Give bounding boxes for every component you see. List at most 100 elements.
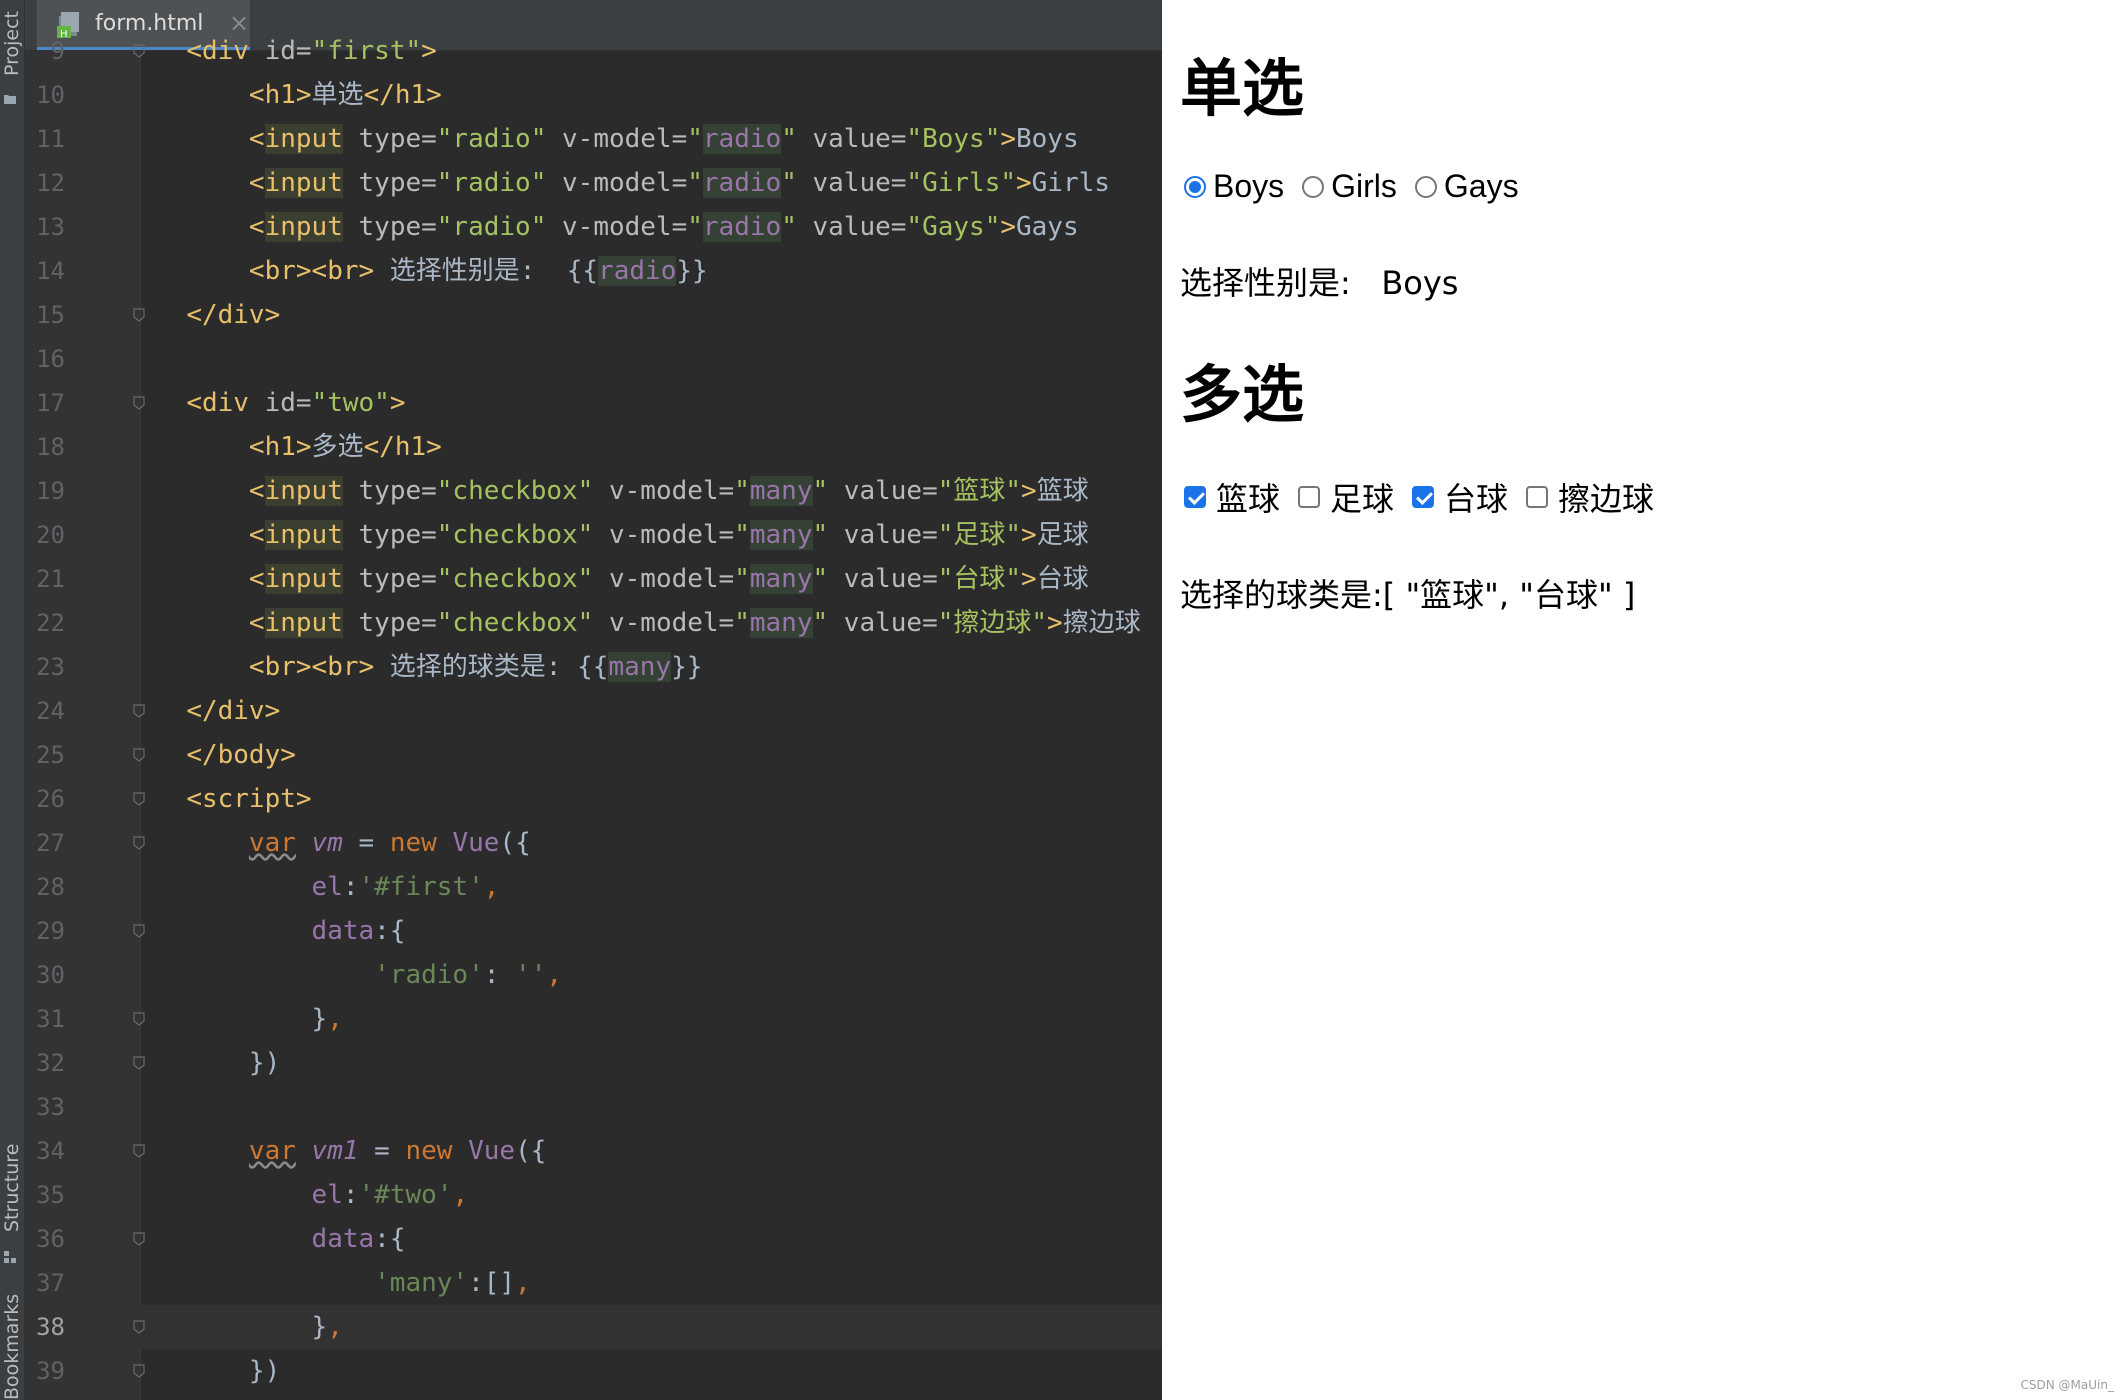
code-line[interactable]: 17 <div id="two"> [25, 381, 1162, 425]
radio-control[interactable] [1184, 175, 1206, 198]
radio-heading: 单选 [1180, 52, 1305, 125]
check-control[interactable] [1184, 486, 1206, 508]
line-number: 35 [36, 1181, 65, 1209]
code-line[interactable]: 21 <input type="checkbox" v-model="many"… [25, 557, 1162, 601]
code-token: v-model= [593, 476, 735, 506]
code-line[interactable]: 9 <div id="first"> [25, 29, 1162, 73]
radio-option[interactable]: Girls [1302, 168, 1397, 205]
code-token: new [405, 1136, 469, 1166]
check-option[interactable]: 台球 [1412, 474, 1508, 520]
code-token: value= [828, 476, 938, 506]
code-line[interactable]: 23 <br><br> 选择的球类是: {{many}} [25, 645, 1162, 689]
fold-marker-icon[interactable] [133, 1144, 145, 1158]
code-line[interactable]: 30 'radio': '', [25, 953, 1162, 997]
code-token: < [248, 608, 265, 638]
bookmarks-tool-tab[interactable]: Bookmarks [0, 1294, 24, 1400]
code-text: <div id="two"> [155, 381, 405, 425]
code-line[interactable]: 28 el:'#first', [25, 865, 1162, 909]
code-text: </div> [155, 293, 280, 337]
code-token: vm [311, 828, 343, 858]
check-control[interactable] [1526, 486, 1549, 508]
code-line[interactable]: 20 <input type="checkbox" v-model="many"… [25, 513, 1162, 557]
code-line[interactable]: 27 var vm = new Vue({ [25, 821, 1162, 865]
check-option[interactable]: 擦边球 [1526, 474, 1654, 520]
code-line[interactable]: 14 <br><br> 选择性别是: {{radio}} [25, 249, 1162, 293]
code-token: "radio" [436, 124, 547, 154]
ide-window: Project Structure Bookmarks H form.html … [0, 0, 1162, 1400]
radio-label: Girls [1331, 168, 1397, 204]
fold-marker-icon[interactable] [133, 1232, 145, 1246]
fold-marker-icon[interactable] [133, 1320, 145, 1334]
line-number: 27 [36, 829, 65, 857]
code-line[interactable]: 19 <input type="checkbox" v-model="many"… [25, 469, 1162, 513]
code-line[interactable]: 26 <script> [25, 777, 1162, 821]
fold-marker-icon[interactable] [133, 792, 145, 806]
check-option[interactable]: 篮球 [1184, 474, 1280, 520]
fold-marker-icon[interactable] [133, 748, 145, 762]
fold-marker-icon[interactable] [133, 704, 145, 718]
code-line[interactable]: 24 </div> [25, 689, 1162, 733]
structure-tool-tab[interactable]: Structure [0, 1130, 24, 1245]
check-control[interactable] [1298, 486, 1321, 508]
code-line[interactable]: 33 [25, 1085, 1162, 1129]
code-line[interactable]: 29 data:{ [25, 909, 1162, 953]
code-line[interactable]: 31 }, [25, 997, 1162, 1041]
project-tool-tab[interactable]: Project [0, 0, 24, 86]
code-line[interactable]: 25 </body> [25, 733, 1162, 777]
code-line[interactable]: 10 <h1>单选</h1> [25, 73, 1162, 117]
code-line[interactable]: 35 el:'#two', [25, 1173, 1162, 1217]
code-line[interactable]: 11 <input type="radio" v-model="radio" v… [25, 117, 1162, 161]
code-token: > [1000, 124, 1016, 154]
fold-marker-icon[interactable] [133, 308, 145, 322]
code-line[interactable]: 16 [25, 337, 1162, 381]
code-text: el:'#first', [155, 865, 500, 909]
code-line[interactable]: 13 <input type="radio" v-model="radio" v… [25, 205, 1162, 249]
code-token: <br><br> [248, 652, 375, 682]
code-token: < [248, 212, 265, 242]
folder-icon[interactable] [3, 92, 17, 106]
code-token: > [1021, 520, 1037, 550]
fold-marker-icon[interactable] [133, 1056, 145, 1070]
fold-marker-icon[interactable] [133, 1364, 145, 1378]
fold-marker-icon[interactable] [133, 836, 145, 850]
code-token: var [248, 1136, 296, 1166]
code-line[interactable]: 32 }) [25, 1041, 1162, 1085]
code-token: type= [342, 168, 437, 198]
code-line[interactable]: 38 }, [25, 1305, 1162, 1349]
code-editor[interactable]: 9 <div id="first"> 10 <h1>单选</h1> 11 <inpu… [25, 36, 1162, 1400]
code-line[interactable]: 15 </div> [25, 293, 1162, 337]
code-token: " [812, 476, 829, 506]
fold-marker-icon[interactable] [133, 1012, 145, 1026]
code-token: radio [598, 256, 677, 286]
radio-option[interactable]: Boys [1184, 168, 1284, 205]
code-line[interactable]: 36 data:{ [25, 1217, 1162, 1261]
code-token: <script> [186, 784, 312, 814]
radio-control[interactable] [1302, 175, 1325, 198]
code-text: <input type="checkbox" v-model="many" va… [155, 469, 1089, 513]
code-line[interactable]: 37 'many':[], [25, 1261, 1162, 1305]
fold-marker-icon[interactable] [133, 924, 145, 938]
check-control[interactable] [1412, 486, 1435, 508]
radio-option[interactable]: Gays [1414, 168, 1519, 205]
code-line[interactable]: 22 <input type="checkbox" v-model="many"… [25, 601, 1162, 645]
code-line[interactable]: 34 var vm1 = new Vue({ [25, 1129, 1162, 1173]
code-line[interactable]: 39 }) [25, 1349, 1162, 1393]
fold-marker-icon[interactable] [133, 396, 145, 410]
code-line[interactable]: 18 <h1>多选</h1> [25, 425, 1162, 469]
check-option[interactable]: 足球 [1298, 474, 1394, 520]
line-number: 20 [36, 521, 65, 549]
code-token: " [734, 564, 750, 594]
structure-icon[interactable] [3, 1250, 17, 1264]
code-token: 台球 [1036, 564, 1089, 594]
fold-marker-icon[interactable] [133, 44, 145, 58]
code-line[interactable]: 12 <input type="radio" v-model="radio" v… [25, 161, 1162, 205]
radio-control[interactable] [1414, 175, 1437, 198]
code-text: data:{ [155, 1217, 406, 1261]
code-token: radio [702, 124, 782, 154]
code-token: "Boys" [906, 124, 1001, 154]
